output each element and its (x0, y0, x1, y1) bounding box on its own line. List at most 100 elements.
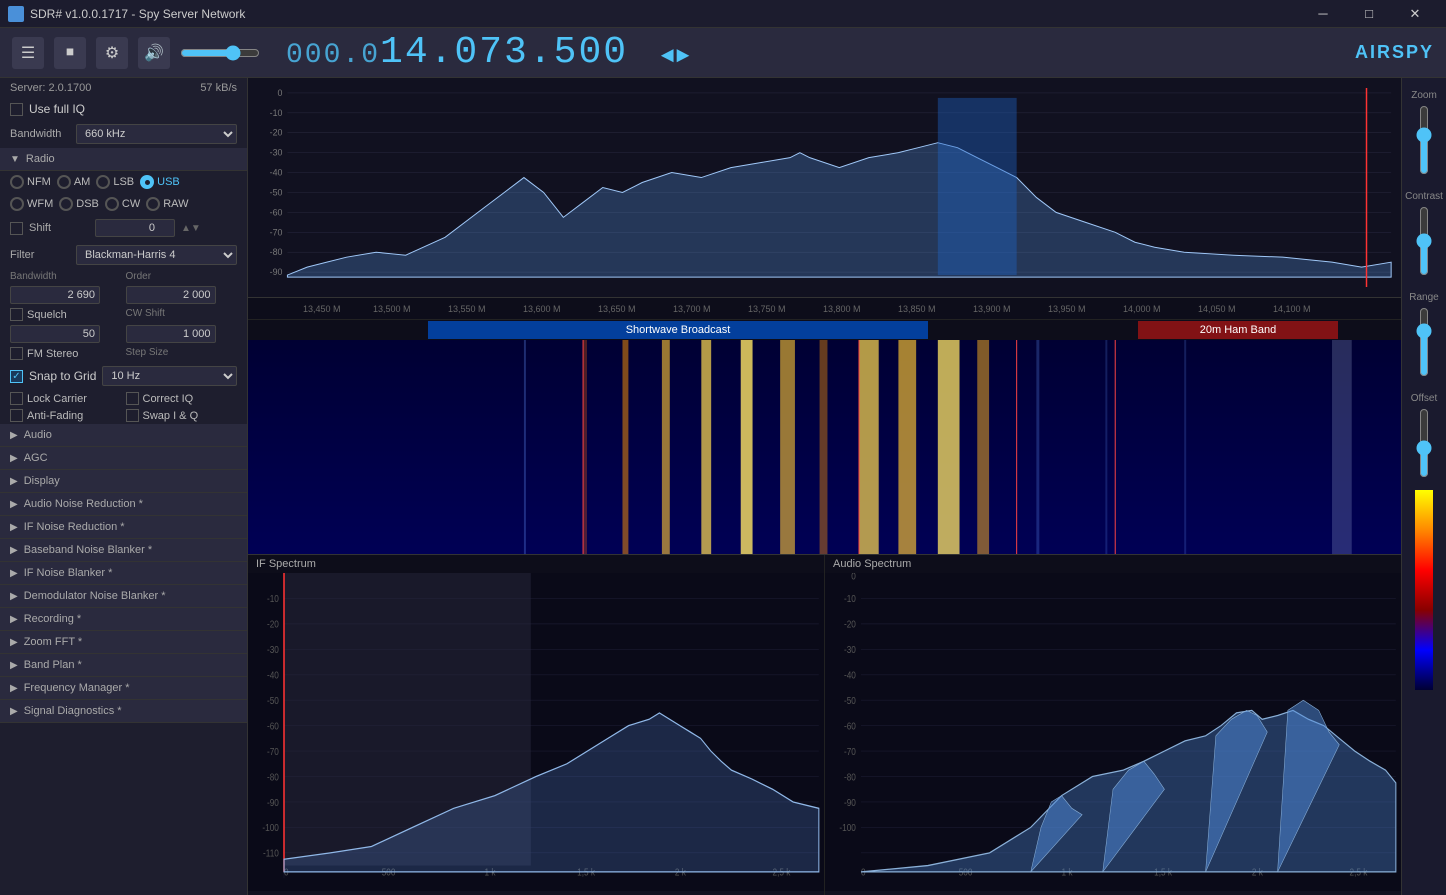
svg-text:-70: -70 (270, 227, 283, 237)
raw-radio[interactable] (146, 197, 160, 211)
freq-axis-bar: 13,450 M 13,500 M 13,550 M 13,600 M 13,6… (248, 298, 1401, 320)
freq-arrows[interactable]: ◄► (661, 44, 691, 69)
mode-wfm[interactable]: WFM (10, 197, 53, 211)
order-input[interactable] (126, 286, 216, 304)
squelch-input[interactable] (10, 325, 100, 343)
spectrum-signal (287, 143, 1391, 277)
svg-text:13,850 M: 13,850 M (898, 304, 936, 314)
airspy-logo: AIRSPY (1355, 42, 1434, 63)
mode-lsb[interactable]: LSB (96, 175, 134, 189)
server-speed: 57 kB/s (200, 82, 237, 94)
sidebar-section-audionoisereduction[interactable]: ▶Audio Noise Reduction * (0, 493, 247, 516)
cw-radio[interactable] (105, 197, 119, 211)
app-container: ☰ ⏹ ⚙ 🔊 000.014.073.500 ◄► AIRSPY Server… (0, 28, 1446, 895)
snap-select[interactable]: 10 Hz (102, 366, 237, 386)
bandwidth-inner-input[interactable] (10, 286, 100, 304)
step-size-label: Step Size (126, 347, 238, 360)
svg-text:-20: -20 (844, 619, 856, 630)
sidebar-section-demodulatornoiseblanker[interactable]: ▶Demodulator Noise Blanker * (0, 585, 247, 608)
swap-iq-checkbox[interactable] (126, 409, 139, 422)
audio-button[interactable]: 🔊 (138, 37, 170, 69)
sidebar-section-basebandnoiseblanker[interactable]: ▶Baseband Noise Blanker * (0, 539, 247, 562)
correct-iq-checkbox[interactable] (126, 392, 139, 405)
bandwidth-select[interactable]: 660 kHz (76, 124, 237, 144)
svg-text:0: 0 (278, 88, 283, 98)
nfm-label: NFM (27, 176, 51, 188)
raw-label: RAW (163, 198, 188, 210)
lock-carrier-checkbox[interactable] (10, 392, 23, 405)
svg-text:-60: -60 (270, 207, 283, 217)
dsb-radio[interactable] (59, 197, 73, 211)
main-spectrum-svg: 0 -10 -20 -30 -40 -50 -60 -70 -80 -90 (248, 78, 1401, 297)
fm-stereo-checkbox[interactable] (10, 347, 23, 360)
sidebar-section-audio[interactable]: ▶Audio (0, 424, 247, 447)
filter-select[interactable]: Blackman-Harris 4 (76, 245, 237, 265)
svg-text:-10: -10 (267, 593, 279, 604)
menu-button[interactable]: ☰ (12, 37, 44, 69)
sidebar-section-agc[interactable]: ▶AGC (0, 447, 247, 470)
zoom-slider[interactable] (1414, 105, 1434, 175)
audio-spectrum-panel: Audio Spectrum (825, 555, 1401, 895)
mode-dsb[interactable]: DSB (59, 197, 99, 211)
freq-axis-svg: 13,450 M 13,500 M 13,550 M 13,600 M 13,6… (298, 298, 1401, 320)
sidebar-section-recording[interactable]: ▶Recording * (0, 608, 247, 631)
bandwidth-label: Bandwidth (10, 128, 70, 140)
contrast-slider[interactable] (1414, 206, 1434, 276)
squelch-checkbox[interactable] (10, 308, 23, 321)
freq-main: 14.073.500 (380, 31, 628, 74)
wfm-label: WFM (27, 198, 53, 210)
svg-text:-110: -110 (263, 848, 279, 859)
sidebar-section-display[interactable]: ▶Display (0, 470, 247, 493)
minimize-button[interactable]: ─ (1300, 0, 1346, 28)
freq-prefix: 000.0 (286, 40, 380, 71)
app-icon (8, 6, 24, 22)
antifade-swap-row: Anti-Fading Swap I & Q (0, 407, 247, 424)
use-full-iq-checkbox[interactable] (10, 103, 23, 116)
svg-text:-80: -80 (267, 772, 279, 783)
sidebar-section-zoomfft[interactable]: ▶Zoom FFT * (0, 631, 247, 654)
svg-text:-40: -40 (270, 168, 283, 178)
ham-band-label: 20m Ham Band (1138, 321, 1338, 339)
anti-fading-checkbox[interactable] (10, 409, 23, 422)
snap-checkbox[interactable]: ✓ (10, 370, 23, 383)
sidebar-section-frequencymanager[interactable]: ▶Frequency Manager * (0, 677, 247, 700)
sidebar-section-signaldiagnostics[interactable]: ▶Signal Diagnostics * (0, 700, 247, 723)
shift-input[interactable] (95, 219, 175, 237)
nfm-radio[interactable] (10, 175, 24, 189)
svg-text:14,000 M: 14,000 M (1123, 304, 1161, 314)
volume-slider[interactable] (180, 45, 260, 61)
svg-text:13,550 M: 13,550 M (448, 304, 486, 314)
settings-button[interactable]: ⚙ (96, 37, 128, 69)
sidebar-section-ifnoiseblanker[interactable]: ▶IF Noise Blanker * (0, 562, 247, 585)
svg-text:13,450 M: 13,450 M (303, 304, 341, 314)
svg-text:-60: -60 (267, 721, 279, 732)
sidebar-section-bandplan[interactable]: ▶Band Plan * (0, 654, 247, 677)
am-radio[interactable] (57, 175, 71, 189)
cw-shift-input[interactable] (126, 325, 216, 343)
svg-text:-20: -20 (270, 128, 283, 138)
app-title: SDR# v1.0.0.1717 - Spy Server Network (30, 7, 1300, 21)
mode-nfm[interactable]: NFM (10, 175, 51, 189)
swap-iq-check: Swap I & Q (126, 409, 238, 422)
waterfall-area (248, 340, 1401, 555)
lsb-radio[interactable] (96, 175, 110, 189)
correct-iq-check: Correct IQ (126, 392, 238, 405)
close-button[interactable]: ✕ (1392, 0, 1438, 28)
mode-am[interactable]: AM (57, 175, 91, 189)
radio-section-header[interactable]: ▼ Radio (0, 148, 247, 171)
anti-fading-label: Anti-Fading (27, 410, 83, 422)
range-slider[interactable] (1414, 307, 1434, 377)
mode-usb[interactable]: USB (140, 175, 180, 189)
shift-checkbox[interactable] (10, 222, 23, 235)
sidebar-section-ifnoisereduction[interactable]: ▶IF Noise Reduction * (0, 516, 247, 539)
use-full-iq-row: Use full IQ (0, 98, 247, 120)
order-label: Order (126, 271, 238, 282)
svg-text:-80: -80 (270, 247, 283, 257)
offset-slider[interactable] (1414, 408, 1434, 478)
maximize-button[interactable]: □ (1346, 0, 1392, 28)
mode-raw[interactable]: RAW (146, 197, 188, 211)
mode-cw[interactable]: CW (105, 197, 140, 211)
wfm-radio[interactable] (10, 197, 24, 211)
usb-radio[interactable] (140, 175, 154, 189)
stop-button[interactable]: ⏹ (54, 37, 86, 69)
